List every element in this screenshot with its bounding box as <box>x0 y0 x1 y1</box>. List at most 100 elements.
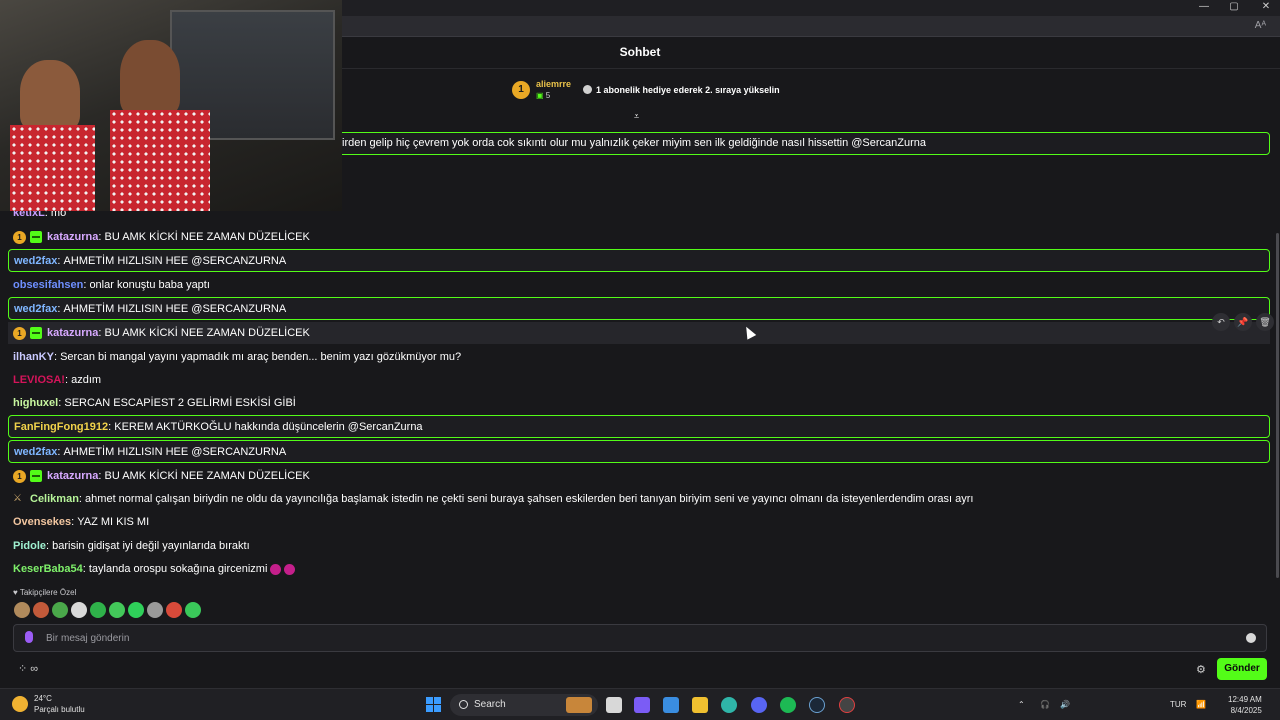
chat-message[interactable]: obsesifahsen: onlar konuştu baba yaptı <box>8 274 1270 296</box>
weather-description: Parçalı bulutlu <box>34 705 85 714</box>
emote-icon-9[interactable] <box>166 602 182 618</box>
emote-icon-2[interactable] <box>33 602 49 618</box>
reply-icon[interactable]: ↶ <box>1212 313 1230 331</box>
tray-chevron-icon[interactable]: ⌃ <box>1018 689 1025 720</box>
chat-message-text: BU AMK KİCKİ NEE ZAMAN DÜZELİCEK <box>104 231 310 243</box>
settings-gear-icon[interactable]: ⚙ <box>1196 663 1206 676</box>
emote-icon-7[interactable] <box>128 602 144 618</box>
chat-username[interactable]: FanFingFong1912 <box>14 416 108 437</box>
top-gifter: aliemrre ▣ 5 <box>536 79 571 101</box>
chat-message[interactable]: LEVIOSA!: azdım <box>8 369 1270 391</box>
chat-username[interactable]: LEVIOSA! <box>13 369 65 391</box>
maximize-button[interactable]: ▢ <box>1224 1 1244 12</box>
rank-badge: 1 <box>512 81 530 99</box>
gift-badge-icon <box>30 470 42 482</box>
chat-message[interactable]: ⚔ Celikman: ahmet normal çalışan biriydin… <box>8 488 1270 510</box>
chat-message-text: AHMETİM HIZLISIN HEE @SERCANZURNA <box>63 445 287 458</box>
chat-message[interactable]: 1 katazurna: BU AMK KİCKİ NEE ZAMAN DÜZEL… <box>8 465 1270 487</box>
minimize-button[interactable]: — <box>1194 1 1214 12</box>
emote-icon-10[interactable] <box>185 602 201 618</box>
gift-count: ▣ 5 <box>536 91 551 100</box>
devil-emote-icon <box>284 563 296 575</box>
chat-message[interactable]: KeserBaba54: taylanda orospu sokağına gi… <box>8 558 1270 580</box>
close-button[interactable]: ✕ <box>1256 1 1276 12</box>
emote-icon-4[interactable] <box>71 602 87 618</box>
send-button[interactable]: Gönder <box>1217 658 1267 680</box>
reader-mode-icon[interactable]: Aᴬ <box>1255 20 1266 31</box>
emote-icon-3[interactable] <box>52 602 68 618</box>
chat-message-text: BU AMK KİCKİ NEE ZAMAN DÜZELİCEK <box>104 327 310 339</box>
task-view-icon[interactable] <box>606 697 622 713</box>
chat-input-container <box>13 624 1267 652</box>
wifi-icon[interactable]: 📶 <box>1196 689 1206 720</box>
emote-icon-8[interactable] <box>147 602 163 618</box>
message-hover-tools: ↶ 📌 🗑 <box>1212 313 1274 331</box>
webcam-person-right-head <box>120 40 180 115</box>
taskbar-clock[interactable]: 12:49 AM 8/4/2025 <box>1228 694 1262 716</box>
windows-start-icon[interactable] <box>426 697 441 712</box>
edge-browser-icon[interactable] <box>721 697 737 713</box>
steam-icon[interactable] <box>809 697 825 713</box>
emote-icon-6[interactable] <box>109 602 125 618</box>
chat-message-text: YAZ MI KIS MI <box>77 516 150 528</box>
followers-only-label: ♥ Takipçilere Özel <box>13 588 77 597</box>
chat-username[interactable]: Celikman <box>30 488 79 510</box>
weather-widget[interactable]: 24°C Parçalı bulutlu <box>12 693 85 715</box>
headphones-icon[interactable]: 🎧 <box>1040 689 1050 720</box>
chat-message[interactable]: 1 katazurna: BU AMK KİCKİ NEE ZAMAN DÜZEL… <box>8 226 1270 248</box>
discord-icon[interactable] <box>751 697 767 713</box>
gift-badge-icon <box>30 231 42 243</box>
chat-message-text: barisin gidişat iyi değil yayınlarıda bı… <box>52 540 250 552</box>
webcam-person-left-head <box>20 60 80 130</box>
chat-username[interactable]: wed2fax <box>14 441 57 462</box>
chat-username[interactable]: katazurna <box>47 226 98 248</box>
chat-message-text: SERCAN ESCAPİEST 2 GELİRMİ ESKİSİ GİBİ <box>64 397 296 409</box>
delete-icon[interactable]: 🗑 <box>1256 313 1274 331</box>
file-explorer-icon[interactable] <box>692 697 708 713</box>
chat-message[interactable]: Ovensekes: YAZ MI KIS MI <box>8 511 1270 533</box>
chat-message[interactable]: FanFingFong1912: KEREM AKTÜRKOĞLU hakkın… <box>8 415 1270 438</box>
store-icon[interactable] <box>663 697 679 713</box>
chat-message[interactable]: wed2fax: AHMETİM HIZLISIN HEE @SERCANZUR… <box>8 297 1270 320</box>
chat-message[interactable]: wed2fax: AHMETİM HIZLISIN HEE @SERCANZUR… <box>8 249 1270 272</box>
webcam-person-left-apron <box>10 125 95 211</box>
emote-icon-5[interactable] <box>90 602 106 618</box>
copilot-icon[interactable] <box>634 697 650 713</box>
chat-username[interactable]: katazurna <box>47 322 98 344</box>
chat-message[interactable]: highuxel: SERCAN ESCAPİEST 2 GELİRMİ ESK… <box>8 392 1270 414</box>
webcam-person-right-apron <box>110 110 210 211</box>
chat-message[interactable]: 1 katazurna: BU AMK KİCKİ NEE ZAMAN DÜZEL… <box>8 322 1270 344</box>
gift-leaderboard[interactable]: 1 aliemrre ▣ 5 1 abonelik hediye ederek … <box>512 78 780 102</box>
webcam-overlay <box>0 0 342 211</box>
emote-icon-1[interactable] <box>14 602 30 618</box>
language-indicator[interactable]: TUR <box>1170 689 1186 720</box>
chat-message[interactable]: ilhanKY: Sercan bi mangal yayını yapmadı… <box>8 346 1270 368</box>
chat-message-text: onlar konuştu baba yaptı <box>89 279 210 291</box>
chat-message[interactable]: wed2fax: AHMETİM HIZLISIN HEE @SERCANZUR… <box>8 440 1270 463</box>
chat-scrollbar[interactable] <box>1276 233 1279 578</box>
chat-message-text: AHMETİM HIZLISIN HEE @SERCANZURNA <box>63 302 287 315</box>
microphone-icon[interactable] <box>25 631 33 643</box>
chat-username[interactable]: highuxel <box>13 392 58 414</box>
sword-badge-icon: ⚔ <box>13 493 22 504</box>
chat-username[interactable]: ilhanKY <box>13 346 54 368</box>
chat-message[interactable]: Pidole: barisin gidişat iyi değil yayınl… <box>8 535 1270 557</box>
chat-message-input[interactable] <box>46 629 1226 647</box>
app-icon[interactable] <box>839 697 855 713</box>
pin-icon[interactable]: 📌 <box>1234 313 1252 331</box>
volume-tray-icon[interactable]: 🔊 <box>1060 689 1070 720</box>
chat-username[interactable]: wed2fax <box>14 250 57 271</box>
chat-message-text: AHMETİM HIZLISIN HEE @SERCANZURNA <box>63 254 287 267</box>
chat-username[interactable]: KeserBaba54 <box>13 558 83 580</box>
chat-username[interactable]: obsesifahsen <box>13 274 83 296</box>
spotify-icon[interactable] <box>780 697 796 713</box>
chat-message-text: taylanda orospu sokağına gircenizmi <box>88 563 268 575</box>
chat-username[interactable]: Pidole <box>13 535 46 557</box>
chat-username[interactable]: katazurna <box>47 465 98 487</box>
pinned-toggle-icon[interactable]: ⩡ <box>634 111 639 122</box>
devil-emote-icon <box>270 563 282 575</box>
chat-username[interactable]: Ovensekes <box>13 511 71 533</box>
chat-footer-icons[interactable]: ⁘ ∞ <box>18 662 38 675</box>
emoji-picker-icon[interactable] <box>1246 633 1256 643</box>
chat-username[interactable]: wed2fax <box>14 298 57 319</box>
